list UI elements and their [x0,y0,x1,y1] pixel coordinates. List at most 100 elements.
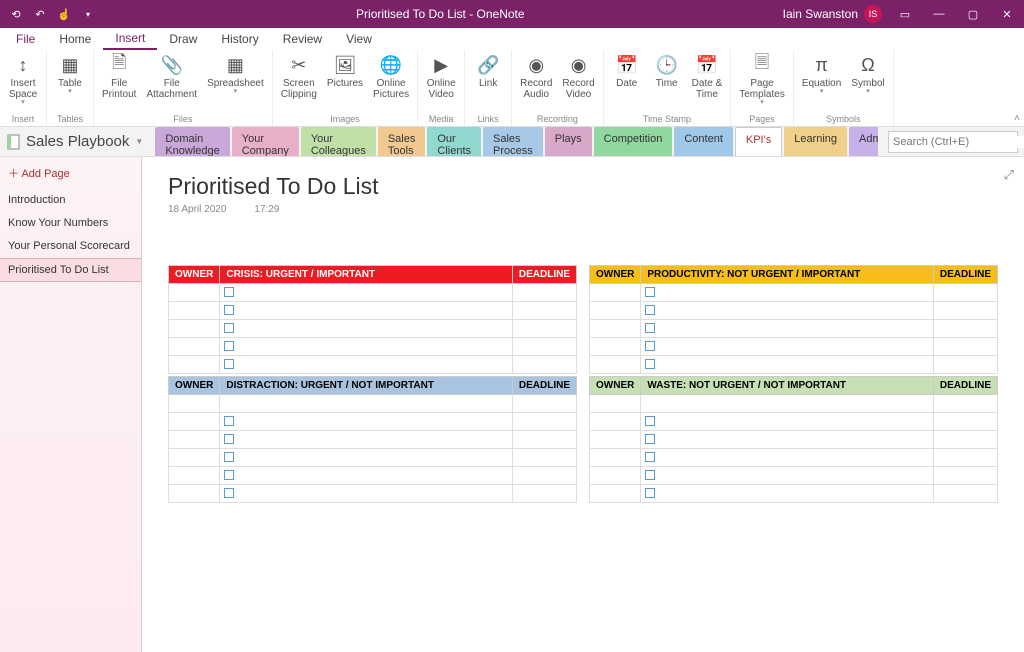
owner-cell[interactable] [590,485,641,503]
notebook-dropdown-button[interactable]: Sales Playbook ▼ [6,133,143,150]
section-tab-kpi-s[interactable]: KPI's [735,127,782,156]
checkbox-icon[interactable] [645,341,655,351]
table-row[interactable] [590,485,998,503]
ribbon-date-button[interactable]: 📅Date [608,52,646,91]
page-item-your-personal-scorecard[interactable]: Your Personal Scorecard [0,235,141,258]
checkbox-icon[interactable] [645,359,655,369]
ribbon-date-&-time-button[interactable]: 📅Date & Time [688,52,727,102]
deadline-cell[interactable] [512,413,576,431]
owner-cell[interactable] [169,485,220,503]
task-cell[interactable] [641,284,934,302]
task-cell[interactable] [220,356,513,374]
checkbox-icon[interactable] [224,470,234,480]
deadline-cell[interactable] [933,338,997,356]
table-row[interactable] [169,356,577,374]
owner-cell[interactable] [169,356,220,374]
task-cell[interactable] [220,413,513,431]
table-row[interactable] [590,449,998,467]
deadline-cell[interactable] [933,302,997,320]
section-tab-sales-tools[interactable]: Sales Tools [378,127,426,156]
owner-cell[interactable] [169,449,220,467]
page-date[interactable]: 18 April 2020 [168,204,226,215]
table-row[interactable] [590,356,998,374]
owner-cell[interactable] [169,467,220,485]
task-cell[interactable] [641,413,934,431]
task-cell[interactable] [220,284,513,302]
ribbon-online-pictures-button[interactable]: 🌐Online Pictures [369,52,413,102]
table-row[interactable] [169,431,577,449]
add-page-button[interactable]: ＋ Add Page [0,157,141,189]
section-tab-domain-knowledge[interactable]: Domain Knowledge [155,127,229,156]
productivity-table[interactable]: OWNER PRODUCTIVITY: NOT URGENT / IMPORTA… [589,265,998,374]
deadline-cell[interactable] [512,356,576,374]
ribbon-online-video-button[interactable]: ▶Online Video [422,52,460,102]
crisis-table[interactable]: OWNER CRISIS: URGENT / IMPORTANT DEADLIN… [168,265,577,374]
maximize-button[interactable]: ▢ [956,0,990,28]
minimize-button[interactable]: — [922,0,956,28]
menu-review[interactable]: Review [271,29,334,49]
deadline-cell[interactable] [933,485,997,503]
table-row[interactable] [169,413,577,431]
owner-cell[interactable] [169,338,220,356]
deadline-cell[interactable] [933,431,997,449]
deadline-cell[interactable] [512,320,576,338]
section-tab-your-colleagues[interactable]: Your Colleagues [301,127,376,156]
table-row[interactable] [590,284,998,302]
deadline-cell[interactable] [933,413,997,431]
save-sync-icon[interactable]: ⟲ [6,4,26,24]
section-tab-plays[interactable]: Plays [545,127,592,156]
checkbox-icon[interactable] [224,359,234,369]
ribbon-record-video-button[interactable]: ◉Record Video [558,52,598,102]
ribbon-table-button[interactable]: ▦Table▾ [51,52,89,97]
deadline-cell[interactable] [512,485,576,503]
menu-view[interactable]: View [334,29,384,49]
ribbon-screen-clipping-button[interactable]: ✂Screen Clipping [277,52,321,102]
owner-cell[interactable] [169,284,220,302]
page-item-prioritised-to-do-list[interactable]: Prioritised To Do List [0,258,141,282]
menu-file[interactable]: File [4,29,47,49]
owner-cell[interactable] [590,356,641,374]
ribbon-pictures-button[interactable]: 🖼Pictures [323,52,367,91]
checkbox-icon[interactable] [224,323,234,333]
checkbox-icon[interactable] [224,305,234,315]
search-input[interactable] [889,136,1024,148]
ribbon-spreadsheet-button[interactable]: ▦Spreadsheet▾ [203,52,268,97]
ribbon-insert-space-button[interactable]: ↕Insert Space▾ [4,52,42,108]
table-row[interactable] [169,302,577,320]
checkbox-icon[interactable] [645,287,655,297]
task-cell[interactable] [220,302,513,320]
checkbox-icon[interactable] [645,470,655,480]
touch-mode-icon[interactable]: ☝ [54,4,74,24]
table-row[interactable] [590,413,998,431]
table-row[interactable] [169,467,577,485]
deadline-cell[interactable] [512,338,576,356]
task-cell[interactable] [220,449,513,467]
collapse-ribbon-icon[interactable]: ˄ [1014,113,1020,124]
user-account[interactable]: Iain Swanston IS [777,5,888,23]
task-cell[interactable] [220,467,513,485]
menu-home[interactable]: Home [47,29,103,49]
deadline-cell[interactable] [933,320,997,338]
task-cell[interactable] [220,338,513,356]
table-row[interactable] [169,338,577,356]
section-tab-your-company[interactable]: Your Company [232,127,299,156]
checkbox-icon[interactable] [224,416,234,426]
section-tab-admin[interactable]: Admin [849,127,878,156]
page-item-know-your-numbers[interactable]: Know Your Numbers [0,212,141,235]
owner-cell[interactable] [169,320,220,338]
owner-cell[interactable] [169,413,220,431]
ribbon-file-printout-button[interactable]: 🗎File Printout [98,52,140,102]
ribbon-record-audio-button[interactable]: ◉Record Audio [516,52,556,102]
ribbon-symbol-button[interactable]: ΩSymbol▾ [847,52,888,97]
deadline-cell[interactable] [933,467,997,485]
deadline-cell[interactable] [933,449,997,467]
task-cell[interactable] [641,320,934,338]
checkbox-icon[interactable] [645,323,655,333]
checkbox-icon[interactable] [224,341,234,351]
section-tab-our-clients[interactable]: Our Clients [427,127,481,156]
checkbox-icon[interactable] [645,416,655,426]
task-cell[interactable] [641,449,934,467]
deadline-cell[interactable] [512,302,576,320]
table-row[interactable] [169,485,577,503]
owner-cell[interactable] [169,302,220,320]
